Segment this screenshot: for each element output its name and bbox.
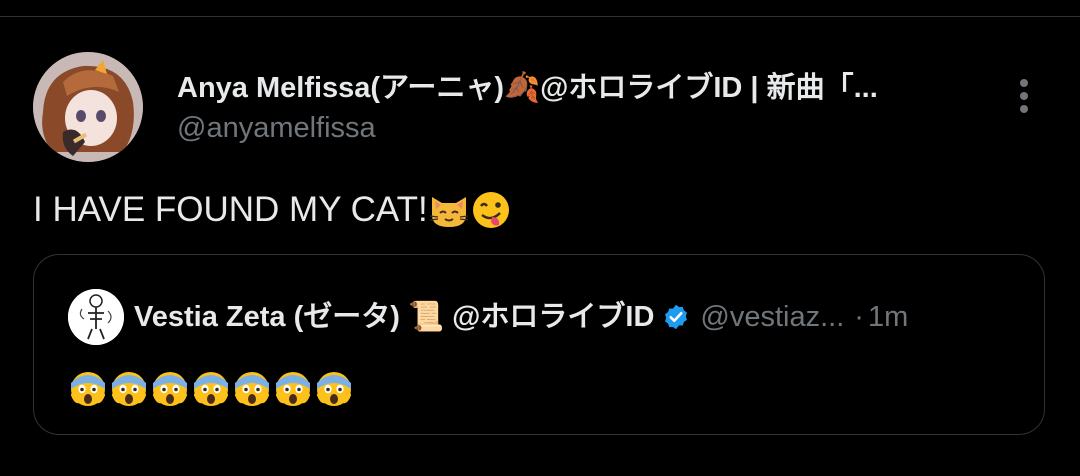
savoring-face-icon [472, 192, 509, 228]
author-handle[interactable]: @anyamelfissa [177, 108, 376, 148]
screaming-face-icon [71, 372, 105, 406]
tweet-text: I HAVE FOUND MY CAT! [33, 186, 512, 234]
quoted-author-name[interactable]: Vestia Zeta (ゼータ) 📜 @ホロライブID [134, 295, 654, 339]
quoted-tweet-card[interactable]: Vestia Zeta (ゼータ) 📜 @ホロライブID @vestiaz...… [33, 254, 1045, 435]
screaming-face-icon [112, 372, 146, 406]
author-avatar[interactable] [33, 52, 143, 162]
cat-face-icon [429, 197, 468, 227]
quoted-tweet-header: Vestia Zeta (ゼータ) 📜 @ホロライブID @vestiaz...… [134, 295, 908, 339]
quoted-author-avatar[interactable] [68, 289, 124, 345]
screaming-face-icon [235, 372, 269, 406]
author-name[interactable]: Anya Melfissa(アーニャ)🍂@ホロライブID | 新曲「... [177, 68, 977, 108]
top-divider [0, 16, 1080, 17]
quoted-tweet-time[interactable]: 1m [868, 295, 908, 339]
screaming-face-icon [194, 372, 228, 406]
screaming-face-icon [153, 372, 187, 406]
tweet-text-content: I HAVE FOUND MY CAT! [33, 190, 428, 229]
quoted-tweet-text [68, 369, 354, 409]
quoted-author-handle[interactable]: @vestiaz... [700, 295, 844, 339]
more-vertical-icon [1020, 79, 1028, 113]
screaming-face-icon [317, 372, 351, 406]
separator-dot: · [854, 301, 864, 333]
screaming-face-icon [276, 372, 310, 406]
more-options-button[interactable] [1004, 72, 1044, 120]
verified-badge-icon [662, 303, 690, 331]
